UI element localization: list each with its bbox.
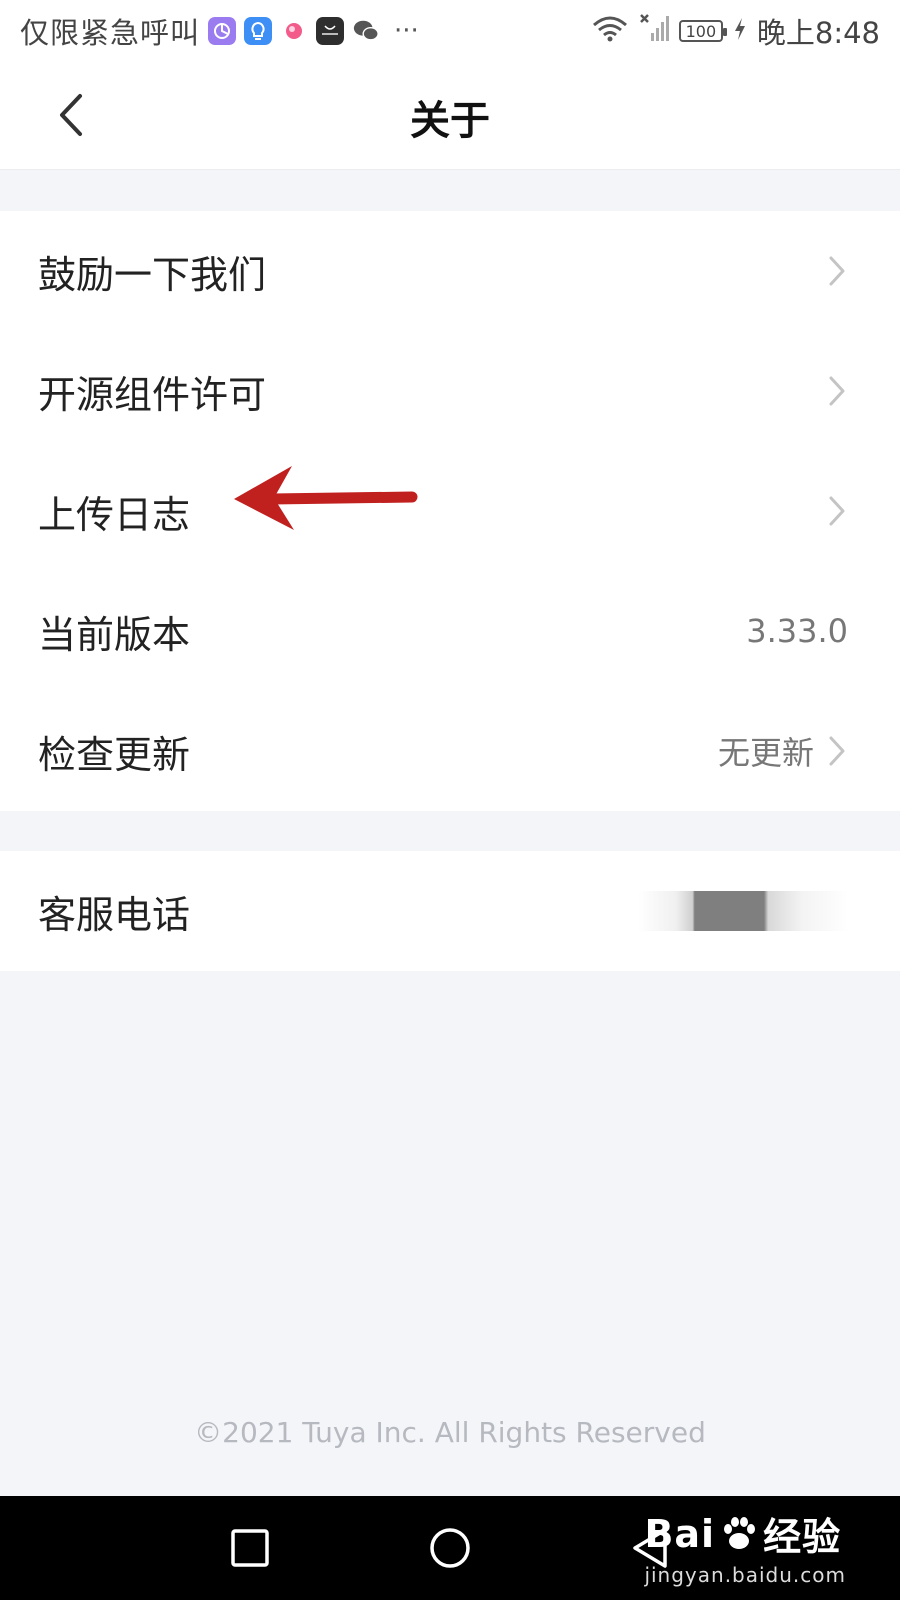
- huawei-app-icon: [316, 17, 345, 45]
- support-section: 客服电话 400-881-8611: [0, 851, 900, 971]
- square-icon: [231, 1529, 269, 1567]
- home-button[interactable]: [426, 1524, 474, 1572]
- baidu-jingyan-watermark: Bai 经验 jingyan.baidu.com: [644, 1506, 846, 1588]
- battery-icon: 100: [678, 20, 727, 42]
- annotation-arrow-icon: [234, 466, 418, 530]
- bulb-app-icon: [244, 17, 273, 45]
- chevron-right-icon: [826, 734, 848, 768]
- watermark-brand-text: Bai: [644, 1511, 716, 1556]
- wechat-icon: [352, 17, 380, 45]
- clock-text: 晚上8:48: [756, 16, 880, 50]
- menu-item-label: 开源组件许可: [38, 372, 267, 417]
- phone-number-value: 400-881-8611: [638, 891, 848, 931]
- copyright-text: ©2021 Tuya Inc. All Rights Reserved: [194, 1416, 706, 1449]
- menu-item-upload-logs[interactable]: 上传日志: [0, 451, 900, 571]
- chevron-right-icon: [826, 374, 848, 408]
- menu-item-label: 当前版本: [38, 612, 191, 657]
- system-navigation-bar: Bai 经验 jingyan.baidu.com: [0, 1496, 900, 1600]
- watermark-brand: Bai 经验: [644, 1506, 846, 1561]
- flower-app-icon: [280, 17, 309, 45]
- recent-apps-button[interactable]: [226, 1524, 274, 1572]
- watermark-url: jingyan.baidu.com: [644, 1563, 846, 1587]
- redacted-phone-number: 400-881-8611: [638, 891, 848, 931]
- mail-app-icon: [208, 17, 237, 45]
- menu-item-current-version: 当前版本 3.33.0: [0, 571, 900, 691]
- charging-icon: [733, 14, 747, 48]
- status-bar: 仅限紧急呼叫 ··· 100 晚上8:48: [0, 0, 900, 62]
- paw-icon: [724, 1516, 756, 1549]
- menu-item-label: 客服电话: [38, 892, 191, 937]
- update-status-value: 无更新: [717, 734, 814, 772]
- chevron-right-icon: [826, 254, 848, 288]
- watermark-brand-suffix: 经验: [763, 1515, 842, 1559]
- more-notifications-icon: ···: [394, 16, 419, 46]
- about-menu-list: 鼓励一下我们 开源组件许可 上传日志 当前版本 3.33.0 检查更新 无更新: [0, 211, 900, 811]
- carrier-text: 仅限紧急呼叫: [20, 16, 201, 50]
- version-value: 3.33.0: [746, 612, 848, 650]
- status-left: 仅限紧急呼叫 ···: [20, 10, 419, 52]
- chevron-right-icon: [826, 494, 848, 528]
- menu-item-label: 上传日志: [38, 492, 191, 537]
- menu-item-check-update[interactable]: 检查更新 无更新: [0, 691, 900, 811]
- page-title: 关于: [410, 98, 490, 144]
- wifi-icon: [591, 13, 629, 50]
- circle-icon: [430, 1528, 470, 1568]
- cell-signal-icon: [639, 13, 669, 50]
- menu-item-rate-us[interactable]: 鼓励一下我们: [0, 211, 900, 331]
- menu-item-label: 鼓励一下我们: [38, 252, 267, 297]
- menu-item-open-source-licenses[interactable]: 开源组件许可: [0, 331, 900, 451]
- customer-service-phone[interactable]: 客服电话 400-881-8611: [0, 851, 900, 971]
- navigation-header: 关于: [0, 62, 900, 170]
- status-right: 100 晚上8:48: [591, 10, 880, 52]
- menu-item-label: 检查更新: [38, 732, 191, 777]
